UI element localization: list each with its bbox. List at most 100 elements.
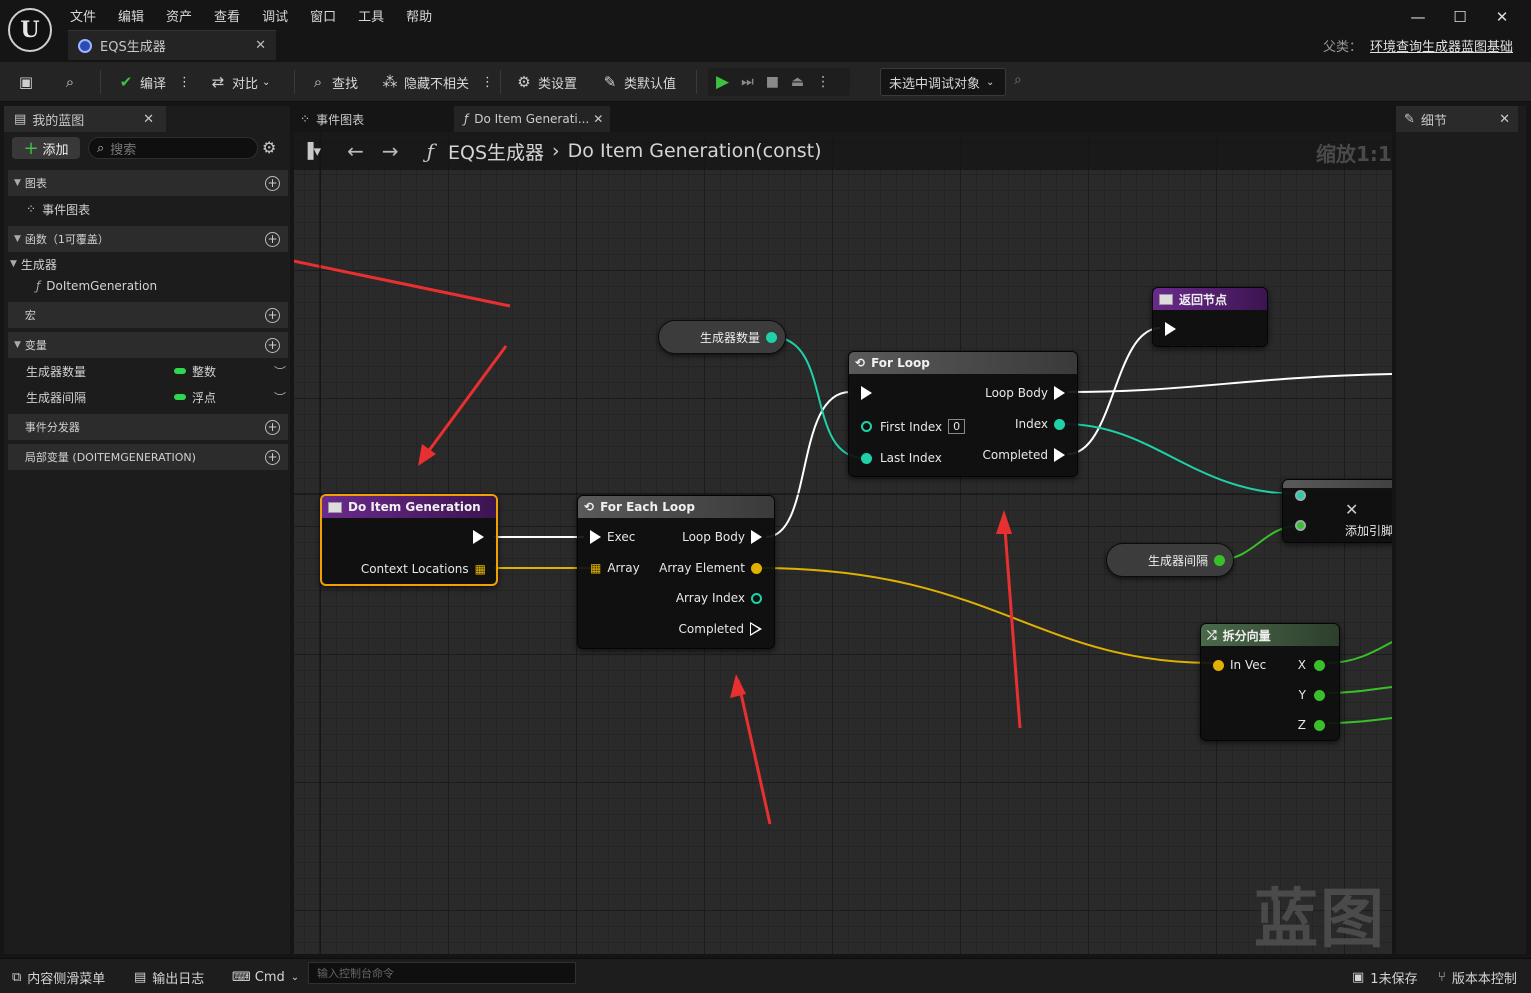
class-defaults-button[interactable]: ✎ 类默认值 (600, 69, 676, 95)
pin-exec-in[interactable] (1165, 322, 1176, 336)
tab-do-item-generation[interactable]: ƒ Do Item Generati... ✕ (454, 106, 610, 132)
pin-y[interactable]: Y (1299, 688, 1325, 702)
pin-completed[interactable]: Completed (983, 448, 1065, 462)
variable-item[interactable]: 生成器数量 整数 ︶ (8, 358, 288, 384)
browse-button[interactable]: ⌕ (60, 69, 84, 95)
node-math-partial[interactable]: ✕ 添加引脚 (1282, 479, 1392, 543)
save-button[interactable]: ▣ (16, 69, 40, 95)
add-function-icon[interactable]: + (265, 231, 280, 247)
node-get-generator-spacing[interactable]: 生成器间隔 (1106, 543, 1234, 577)
menu-debug[interactable]: 调试 (262, 6, 288, 25)
close-icon[interactable]: ✕ (255, 38, 266, 53)
close-icon[interactable]: ✕ (593, 112, 603, 126)
stop-icon[interactable]: ■ (766, 74, 779, 90)
node-return[interactable]: 返回节点 (1152, 287, 1268, 347)
pin-z[interactable]: Z (1298, 718, 1325, 732)
section-macros[interactable]: ▼ 宏 + (8, 302, 288, 328)
pin-first-index[interactable]: First Index 0 (861, 419, 966, 434)
search-input[interactable]: ⌕ 搜索 (88, 137, 258, 159)
gear-icon[interactable]: ⚙ (262, 138, 276, 157)
compile-button[interactable]: ✔ 编译 ⋮ (116, 69, 191, 95)
my-blueprint-tab[interactable]: ▤ 我的蓝图 ✕ (4, 106, 166, 132)
pin-completed[interactable]: Completed (679, 622, 762, 636)
section-local-variables[interactable]: ▼ 局部变量 (DOITEMGENERATION) + (8, 444, 288, 470)
console-command-input[interactable]: 输入控制台命令 (308, 962, 576, 984)
debug-browse-icon[interactable]: ⌕ (1014, 72, 1022, 88)
node-do-item-generation[interactable]: Do Item Generation Context Locations ▦ (320, 494, 498, 586)
pin-in-vec[interactable]: In Vec (1213, 658, 1266, 672)
minimize-button[interactable]: — (1397, 8, 1439, 26)
graph-item-event-graph[interactable]: ⁘ 事件图表 (8, 196, 288, 222)
section-event-dispatchers[interactable]: ▼ 事件分发器 + (8, 414, 288, 440)
pin-array-index[interactable]: Array Index (676, 591, 762, 605)
pin-x[interactable]: X (1298, 658, 1325, 672)
pin-exec-in[interactable]: Exec (590, 530, 635, 544)
node-get-generator-count[interactable]: 生成器数量 (658, 320, 786, 354)
node-for-each-loop[interactable]: ⟲ For Each Loop Exec ▦ Array Loop Body Ar… (577, 495, 775, 649)
close-icon[interactable]: ✕ (1499, 112, 1510, 127)
pin-b[interactable] (1295, 520, 1306, 531)
pin-exec-out[interactable] (473, 530, 484, 544)
node-break-vector[interactable]: ⤮ 拆分向量 In Vec X Y Z (1200, 623, 1340, 741)
function-item-doitemgeneration[interactable]: ƒ DoItemGeneration (8, 273, 288, 299)
add-button[interactable]: + 添加 (12, 137, 80, 159)
parent-class-link[interactable]: 环境查询生成器蓝图基础 (1370, 36, 1513, 55)
menu-asset[interactable]: 资产 (166, 6, 192, 25)
menu-window[interactable]: 窗口 (310, 6, 336, 25)
hide-unrelated-button[interactable]: ⁂ 隐藏不相关 ⋮ (380, 69, 495, 95)
pin-index[interactable]: Index (1015, 417, 1065, 431)
close-icon[interactable]: ✕ (143, 112, 154, 127)
hide-options-icon[interactable]: ⋮ (481, 75, 494, 90)
graph-canvas[interactable]: Do Item Generation Context Locations ▦ ⟲… (294, 132, 1392, 954)
menu-tools[interactable]: 工具 (358, 6, 384, 25)
debug-object-select[interactable]: 未选中调试对象 ⌄ (880, 68, 1006, 96)
first-index-input[interactable]: 0 (948, 419, 966, 434)
add-macro-icon[interactable]: + (265, 307, 280, 323)
add-dispatcher-icon[interactable]: + (265, 419, 280, 435)
variable-item[interactable]: 生成器间隔 浮点 ︶ (8, 384, 288, 410)
pin-exec-in[interactable] (861, 386, 872, 400)
find-button[interactable]: ⌕ 查找 (308, 69, 358, 95)
add-variable-icon[interactable]: + (265, 337, 280, 353)
back-arrow-icon[interactable]: ← (347, 139, 364, 163)
breadcrumb-blueprint[interactable]: EQS生成器 (448, 138, 544, 165)
play-icon[interactable]: ▶ (716, 72, 729, 92)
pin-context-locations[interactable]: Context Locations ▦ (361, 562, 486, 576)
class-settings-button[interactable]: ⚙ 类设置 (514, 69, 577, 95)
eject-icon[interactable]: ⏏ (791, 74, 804, 90)
source-control-button[interactable]: ⑂ 版本本控制 (1438, 965, 1517, 989)
menu-edit[interactable]: 编辑 (118, 6, 144, 25)
section-graphs[interactable]: ▼ 图表 + (8, 170, 288, 196)
play-options-icon[interactable]: ⋮ (816, 74, 830, 90)
menu-file[interactable]: 文件 (70, 6, 96, 25)
section-variables[interactable]: ▼ 变量 + (8, 332, 288, 358)
add-pin-button[interactable]: 添加引脚 (1345, 522, 1392, 539)
pin-array-element[interactable]: Array Element (659, 561, 762, 575)
menu-help[interactable]: 帮助 (406, 6, 432, 25)
section-functions[interactable]: ▼ 函数（1可覆盖） + (8, 226, 288, 252)
document-tab[interactable]: EQS生成器 ✕ (68, 30, 276, 60)
add-graph-icon[interactable]: + (265, 175, 280, 191)
compile-options-icon[interactable]: ⋮ (178, 75, 191, 90)
unsaved-button[interactable]: ▣ 1未保存 (1352, 965, 1418, 989)
unreal-logo-icon[interactable]: U (8, 8, 52, 52)
node-for-loop[interactable]: ⟲ For Loop First Index 0 Last Index Loop… (848, 351, 1078, 477)
step-icon[interactable]: ⏭ (741, 74, 754, 90)
diff-button[interactable]: ⇄ 对比 ⌄ (208, 69, 271, 95)
close-window-button[interactable]: ✕ (1481, 8, 1523, 26)
details-tab[interactable]: ✎ 细节 ✕ (1396, 106, 1518, 132)
pin-array[interactable]: ▦ Array (590, 561, 640, 575)
pin-a[interactable] (1295, 490, 1306, 501)
eye-icon[interactable]: ︶ (274, 363, 286, 380)
tab-event-graph[interactable]: ⁘ 事件图表 (300, 106, 450, 132)
forward-arrow-icon[interactable]: → (382, 139, 399, 163)
pin-loop-body[interactable]: Loop Body (985, 386, 1065, 400)
add-local-variable-icon[interactable]: + (265, 449, 280, 465)
maximize-button[interactable]: ☐ (1439, 8, 1481, 26)
bookmark-icon[interactable]: ▐▾ (302, 142, 321, 160)
pin-loop-body[interactable]: Loop Body (682, 530, 762, 544)
output-log-button[interactable]: ▤ 输出日志 (134, 965, 204, 989)
eye-icon[interactable]: ︶ (274, 389, 286, 406)
content-drawer-button[interactable]: ⧉ 内容侧滑菜单 (12, 965, 105, 989)
menu-view[interactable]: 查看 (214, 6, 240, 25)
